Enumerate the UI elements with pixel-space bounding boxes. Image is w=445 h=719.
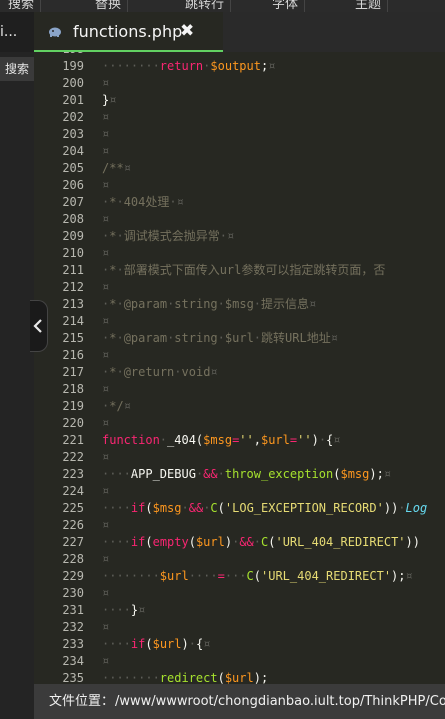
code-line[interactable]: ¤ (102, 177, 109, 194)
code-line[interactable]: ····APP_DEBUG·&&·throw_exception($msg);¤ (102, 466, 391, 483)
line-number: 235 (62, 671, 84, 684)
code-line[interactable]: ········return·$output;¤ (102, 58, 275, 75)
code-line[interactable]: ····if($url)·{¤ (102, 636, 210, 653)
line-number: 227 (62, 535, 84, 549)
php-file-icon (49, 27, 61, 37)
editor-tab-bar: functions.php ✖ (34, 12, 445, 52)
line-number: 211 (62, 263, 84, 277)
line-number: 207 (62, 195, 84, 209)
line-number: 200 (62, 76, 84, 90)
code-line[interactable]: }¤ (102, 92, 116, 109)
code-line[interactable]: ····if($msg·&&·C('LOG_EXCEPTION_RECORD')… (102, 500, 427, 517)
file-path: /www/wwwroot/chongdianbao.iult.top/Think… (115, 694, 445, 709)
code-line[interactable]: ¤ (102, 279, 109, 296)
line-number: 209 (62, 229, 84, 243)
sidebar-collapse-button[interactable] (30, 300, 48, 352)
toolbar-theme[interactable]: 主题 (355, 0, 389, 12)
code-line[interactable]: ¤ (102, 585, 109, 602)
line-number: 204 (62, 144, 84, 158)
code-line[interactable]: ¤ (102, 245, 109, 262)
line-number: 210 (62, 246, 84, 260)
line-number: 223 (62, 467, 84, 481)
line-number-gutter: 1981992002012022032042052062072082092102… (34, 52, 88, 684)
code-line[interactable]: ¤ (102, 143, 109, 160)
tab-filename: functions.php (73, 22, 183, 41)
code-line[interactable]: ¤ (102, 313, 109, 330)
file-location-label: 文件位置： (49, 694, 115, 709)
code-line[interactable]: ·*·调试模式会抛异常·¤ (102, 228, 234, 245)
code-line[interactable]: /**¤ (102, 160, 131, 177)
tab-functions-php[interactable]: functions.php ✖ (34, 12, 223, 52)
chevron-left-icon (33, 319, 42, 333)
code-line[interactable]: ¤ (102, 347, 109, 364)
line-number: 231 (62, 603, 84, 617)
code-line[interactable]: ¤ (102, 619, 109, 636)
code-line[interactable]: ¤ (102, 551, 109, 568)
line-number: 224 (62, 484, 84, 498)
close-icon[interactable]: ✖ (180, 21, 194, 41)
line-number: 220 (62, 416, 84, 430)
sidebar-search-button[interactable]: 搜索 (0, 57, 34, 81)
line-number: 226 (62, 518, 84, 532)
sidebar-title: i... (0, 12, 34, 52)
line-number: 221 (62, 433, 84, 447)
toolbar-replace[interactable]: 替换 (95, 0, 129, 12)
toolbar-search[interactable]: 搜索 (8, 0, 42, 12)
code-line[interactable]: ¤ (102, 381, 109, 398)
code-line[interactable]: ·*/¤ (102, 398, 131, 415)
code-line[interactable]: function·_404($msg='',$url='')·{¤ (102, 432, 341, 449)
file-sidebar (0, 12, 34, 719)
line-number: 212 (62, 280, 84, 294)
line-number: 201 (62, 93, 84, 107)
code-line[interactable]: ·*·@return·void¤ (102, 364, 218, 381)
code-line[interactable]: ¤ (102, 126, 109, 143)
line-number: 222 (62, 450, 84, 464)
code-line[interactable]: ¤ (102, 211, 109, 228)
code-line[interactable]: ····}¤ (102, 602, 145, 619)
code-line[interactable]: ····if(empty($url)·&&·C('URL_404_REDIREC… (102, 534, 420, 551)
code-line[interactable]: ·*·@param·string·$url·跳转URL地址¤ (102, 330, 338, 347)
line-number: 225 (62, 501, 84, 515)
line-number: 232 (62, 620, 84, 634)
line-number: 219 (62, 399, 84, 413)
line-number: 217 (62, 365, 84, 379)
code-line[interactable]: ········$url····=···C('URL_404_REDIRECT'… (102, 568, 413, 585)
line-number: 202 (62, 110, 84, 124)
code-line[interactable]: ·*·404处理·¤ (102, 194, 184, 211)
toolbar-goto-line[interactable]: 跳转行 (185, 0, 232, 12)
line-number: 199 (62, 59, 84, 73)
line-number: 233 (62, 637, 84, 651)
line-number: 203 (62, 127, 84, 141)
code-line[interactable]: ¤ (102, 483, 109, 500)
code-line[interactable]: ¤ (102, 449, 109, 466)
code-line[interactable]: ¤ (102, 517, 109, 534)
code-line[interactable]: ·*·部署模式下面传入url参数可以指定跳转页面，否 (102, 262, 385, 279)
line-number: 205 (62, 161, 84, 175)
code-line[interactable]: ¤ (102, 75, 109, 92)
line-number: 228 (62, 552, 84, 566)
code-line[interactable]: ········redirect($url); (102, 670, 268, 684)
code-line[interactable]: ¤ (102, 415, 109, 432)
code-line[interactable]: ·*·@param·string·$msg·提示信息¤ (102, 296, 316, 313)
code-line[interactable]: ¤ (102, 109, 109, 126)
line-number: 218 (62, 382, 84, 396)
code-line[interactable]: ¤ (102, 653, 109, 670)
status-bar: 文件位置： /www/wwwroot/chongdianbao.iult.top… (34, 684, 445, 719)
line-number: 206 (62, 178, 84, 192)
code-editor[interactable]: 1981992002012022032042052062072082092102… (34, 52, 445, 684)
line-number: 229 (62, 569, 84, 583)
line-number: 230 (62, 586, 84, 600)
line-number: 234 (62, 654, 84, 668)
toolbar-font[interactable]: 字体 (272, 0, 306, 12)
line-number: 208 (62, 212, 84, 226)
